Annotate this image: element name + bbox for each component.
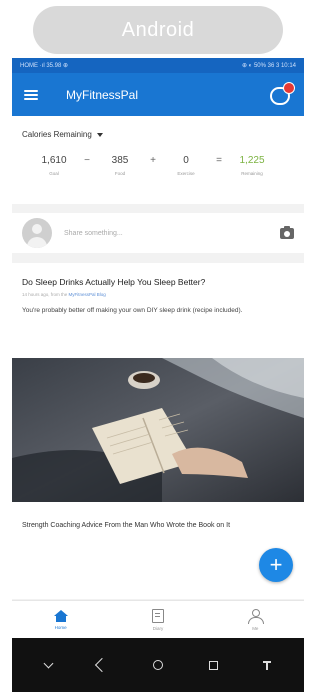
- minus-operator: −: [84, 155, 90, 166]
- chevron-down-icon[interactable]: [43, 658, 54, 668]
- exercise-value: 0: [183, 155, 189, 166]
- notification-badge: [283, 81, 295, 94]
- calories-dropdown[interactable]: Calories Remaining: [22, 130, 294, 139]
- calories-equation: 1,610 Goal − 385 Food + 0 Exercise = 1,2…: [22, 155, 294, 176]
- share-card[interactable]: Share something...: [12, 213, 304, 253]
- bottom-navigation: Home Diary Me: [12, 600, 304, 638]
- app-bar: MyFitnessPal: [12, 73, 304, 116]
- second-article-title[interactable]: Strength Coaching Advice From the Man Wh…: [22, 521, 272, 531]
- messages-button[interactable]: [270, 81, 295, 106]
- nav-diary[interactable]: Diary: [109, 601, 206, 638]
- share-input[interactable]: Share something...: [64, 230, 123, 237]
- nav-diary-label: Diary: [152, 625, 164, 631]
- status-left: HOME ·ıl 35.98 ⊕: [20, 63, 69, 69]
- nav-me-label: Me: [252, 625, 259, 631]
- nav-home-label: Home: [54, 624, 67, 630]
- recents-icon[interactable]: [208, 660, 218, 670]
- remaining-label: Remaining: [241, 171, 263, 176]
- equals-operator: =: [216, 155, 222, 166]
- article-photo: [12, 358, 304, 502]
- goal-cell[interactable]: 1,610 Goal: [30, 155, 78, 176]
- camera-icon[interactable]: [280, 225, 294, 239]
- add-fab-button[interactable]: +: [259, 548, 293, 582]
- status-bar: HOME ·ıl 35.98 ⊕ ⊕ ◐ 50% 36 3 10:14: [12, 58, 304, 73]
- remaining-cell[interactable]: 1,225 Remaining: [228, 155, 276, 176]
- home-circle-icon[interactable]: [152, 660, 163, 670]
- status-right: ⊕ ◐ 50% 36 3 10:14: [241, 63, 296, 69]
- article-card[interactable]: Do Sleep Drinks Actually Help You Sleep …: [12, 263, 304, 599]
- exercise-cell[interactable]: 0 Exercise: [162, 155, 210, 176]
- plus-operator: +: [150, 155, 156, 166]
- app-title: MyFitnessPal: [66, 87, 139, 102]
- goal-value: 1,610: [41, 155, 67, 166]
- food-cell[interactable]: 385 Food: [96, 155, 144, 176]
- os-label: Android: [33, 6, 283, 54]
- menu-icon[interactable]: [24, 89, 38, 100]
- phone-screen: HOME ·ıl 35.98 ⊕ ⊕ ◐ 50% 36 3 10:14 MyFi…: [12, 58, 304, 692]
- avatar: [22, 218, 52, 248]
- article-image[interactable]: [12, 358, 304, 502]
- exercise-label: Exercise: [177, 171, 195, 176]
- article-title[interactable]: Do Sleep Drinks Actually Help You Sleep …: [12, 277, 304, 288]
- food-label: Food: [114, 171, 126, 176]
- me-icon: [248, 608, 265, 624]
- calories-card: Calories Remaining 1,610 Goal − 385 Food…: [12, 116, 304, 204]
- nav-home[interactable]: Home: [12, 601, 109, 638]
- article-source-link[interactable]: MyFitnessPal Blog: [69, 292, 106, 297]
- article-meta: 14 hours ago, from the MyFitnessPal Blog: [12, 292, 304, 297]
- pin-icon[interactable]: [263, 659, 272, 671]
- system-navigation-bar: [12, 638, 304, 692]
- article-description: You're probably better off making your o…: [22, 307, 243, 315]
- back-icon[interactable]: [95, 657, 110, 673]
- calories-header: Calories Remaining: [22, 130, 92, 139]
- nav-me[interactable]: Me: [207, 601, 304, 638]
- article-meta-prefix: 14 hours ago, from the: [22, 292, 69, 298]
- food-value: 385: [111, 155, 129, 166]
- diary-icon: [151, 608, 164, 623]
- goal-label: Goal: [49, 171, 59, 176]
- remaining-value: 1,225: [239, 155, 265, 166]
- caret-down-icon: [96, 132, 103, 137]
- home-icon: [53, 609, 68, 622]
- screenshot-frame: Android HOME ·ıl 35.98 ⊕ ⊕ ◐ 50% 36 3 10…: [0, 0, 305, 692]
